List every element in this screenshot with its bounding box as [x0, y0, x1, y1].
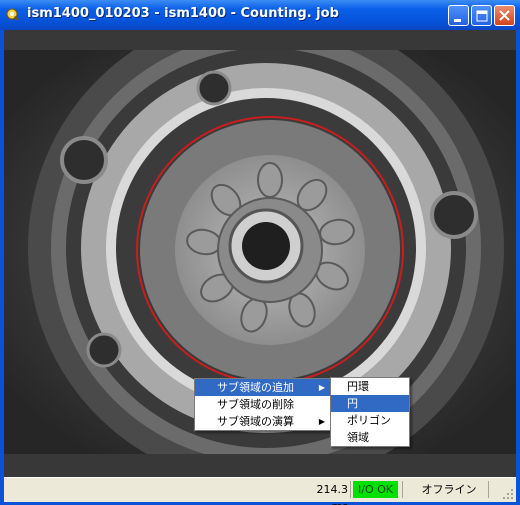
- context-menu: サブ領域の追加 ▶ サブ領域の削除 サブ領域の演算 ▶: [194, 378, 332, 431]
- close-icon: [499, 10, 510, 21]
- menu-item-label: サブ領域の追加: [217, 381, 294, 394]
- status-bar: 214.3 ms I/O OK オフライン: [4, 477, 516, 505]
- resize-grip-icon[interactable]: [502, 488, 514, 500]
- online-mode-status[interactable]: オフライン: [414, 481, 484, 498]
- processing-time: 214.3 ms: [316, 483, 349, 505]
- menu-item-label: 円環: [347, 380, 369, 393]
- menu-item-region[interactable]: 領域: [331, 429, 409, 446]
- window-title: ism1400_010203 - ism1400 - Counting. job: [27, 6, 339, 21]
- maximize-icon: [476, 10, 488, 22]
- menu-item-annulus[interactable]: 円環: [331, 378, 409, 395]
- maximize-button[interactable]: [471, 5, 492, 26]
- menu-item-polygon[interactable]: ポリゴン: [331, 412, 409, 429]
- image-border-top: [4, 30, 516, 50]
- status-separator: [402, 481, 403, 498]
- image-border-bottom: [4, 454, 516, 477]
- minimize-button[interactable]: [448, 5, 469, 26]
- status-separator: [488, 481, 489, 498]
- menu-item-circle[interactable]: 円: [331, 395, 409, 412]
- title-bar[interactable]: ism1400_010203 - ism1400 - Counting. job: [0, 0, 520, 30]
- menu-item-label: サブ領域の削除: [217, 398, 294, 411]
- menu-item-label: 円: [347, 397, 358, 410]
- close-button[interactable]: [494, 5, 515, 26]
- app-window: ism1400_010203 - ism1400 - Counting. job: [0, 0, 520, 505]
- submenu-arrow-icon: ▶: [318, 383, 325, 392]
- menu-item-label: サブ領域の演算: [217, 415, 294, 428]
- add-subregion-submenu: 円環 円 ポリゴン 領域: [330, 377, 410, 447]
- submenu-arrow-icon: ▶: [318, 417, 325, 426]
- menu-item-add-subregion[interactable]: サブ領域の追加 ▶: [195, 379, 331, 396]
- app-icon[interactable]: [6, 8, 20, 22]
- menu-item-label: ポリゴン: [347, 414, 391, 427]
- io-status-badge: I/O OK: [353, 481, 398, 498]
- menu-item-label: 領域: [347, 431, 369, 444]
- menu-item-delete-subregion[interactable]: サブ領域の削除: [195, 396, 331, 413]
- minimize-icon: [454, 19, 461, 22]
- status-separator: [350, 481, 351, 498]
- menu-item-subregion-operation[interactable]: サブ領域の演算 ▶: [195, 413, 331, 430]
